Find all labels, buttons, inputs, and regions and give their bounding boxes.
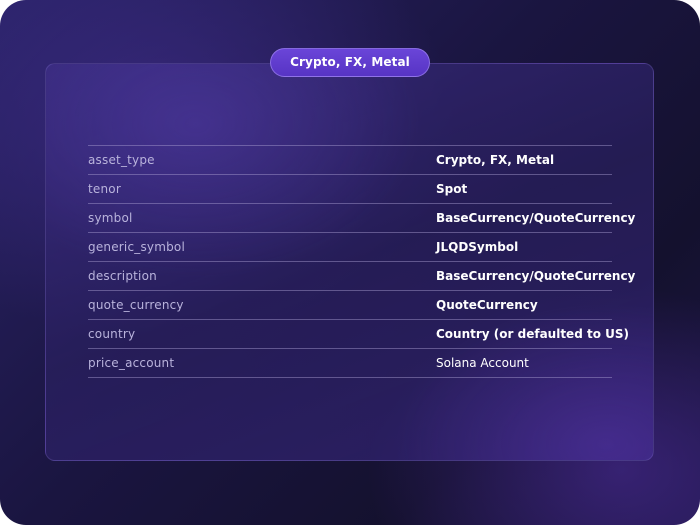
- background-frame: Crypto, FX, Metal asset_type Crypto, FX,…: [0, 0, 700, 525]
- row-key: price_account: [88, 356, 175, 370]
- table-row: generic_symbol JLQDSymbol: [88, 233, 612, 262]
- row-value: Country (or defaulted to US): [436, 327, 629, 341]
- row-value: BaseCurrency/QuoteCurrency: [436, 211, 636, 225]
- row-key: generic_symbol: [88, 240, 185, 254]
- row-key: quote_currency: [88, 298, 184, 312]
- row-key: asset_type: [88, 153, 155, 167]
- attribute-table: asset_type Crypto, FX, Metal tenor Spot …: [88, 145, 635, 378]
- row-key: symbol: [88, 211, 133, 225]
- row-value: Crypto, FX, Metal: [436, 153, 555, 167]
- row-key: tenor: [88, 182, 121, 196]
- asset-class-badge: Crypto, FX, Metal: [270, 48, 430, 77]
- table-row: symbol BaseCurrency/QuoteCurrency: [88, 204, 635, 233]
- row-value: Spot: [436, 182, 468, 196]
- row-key: country: [88, 327, 136, 341]
- table-row: quote_currency QuoteCurrency: [88, 291, 612, 320]
- table-row: country Country (or defaulted to US): [88, 320, 629, 349]
- table-row: price_account Solana Account: [88, 349, 612, 378]
- table-row: tenor Spot: [88, 175, 612, 204]
- row-value: BaseCurrency/QuoteCurrency: [436, 269, 636, 283]
- row-value: Solana Account: [436, 356, 529, 370]
- row-value: JLQDSymbol: [436, 240, 519, 254]
- table-row: description BaseCurrency/QuoteCurrency: [88, 262, 635, 291]
- row-key: description: [88, 269, 157, 283]
- row-value: QuoteCurrency: [436, 298, 538, 312]
- table-row: asset_type Crypto, FX, Metal: [88, 146, 612, 175]
